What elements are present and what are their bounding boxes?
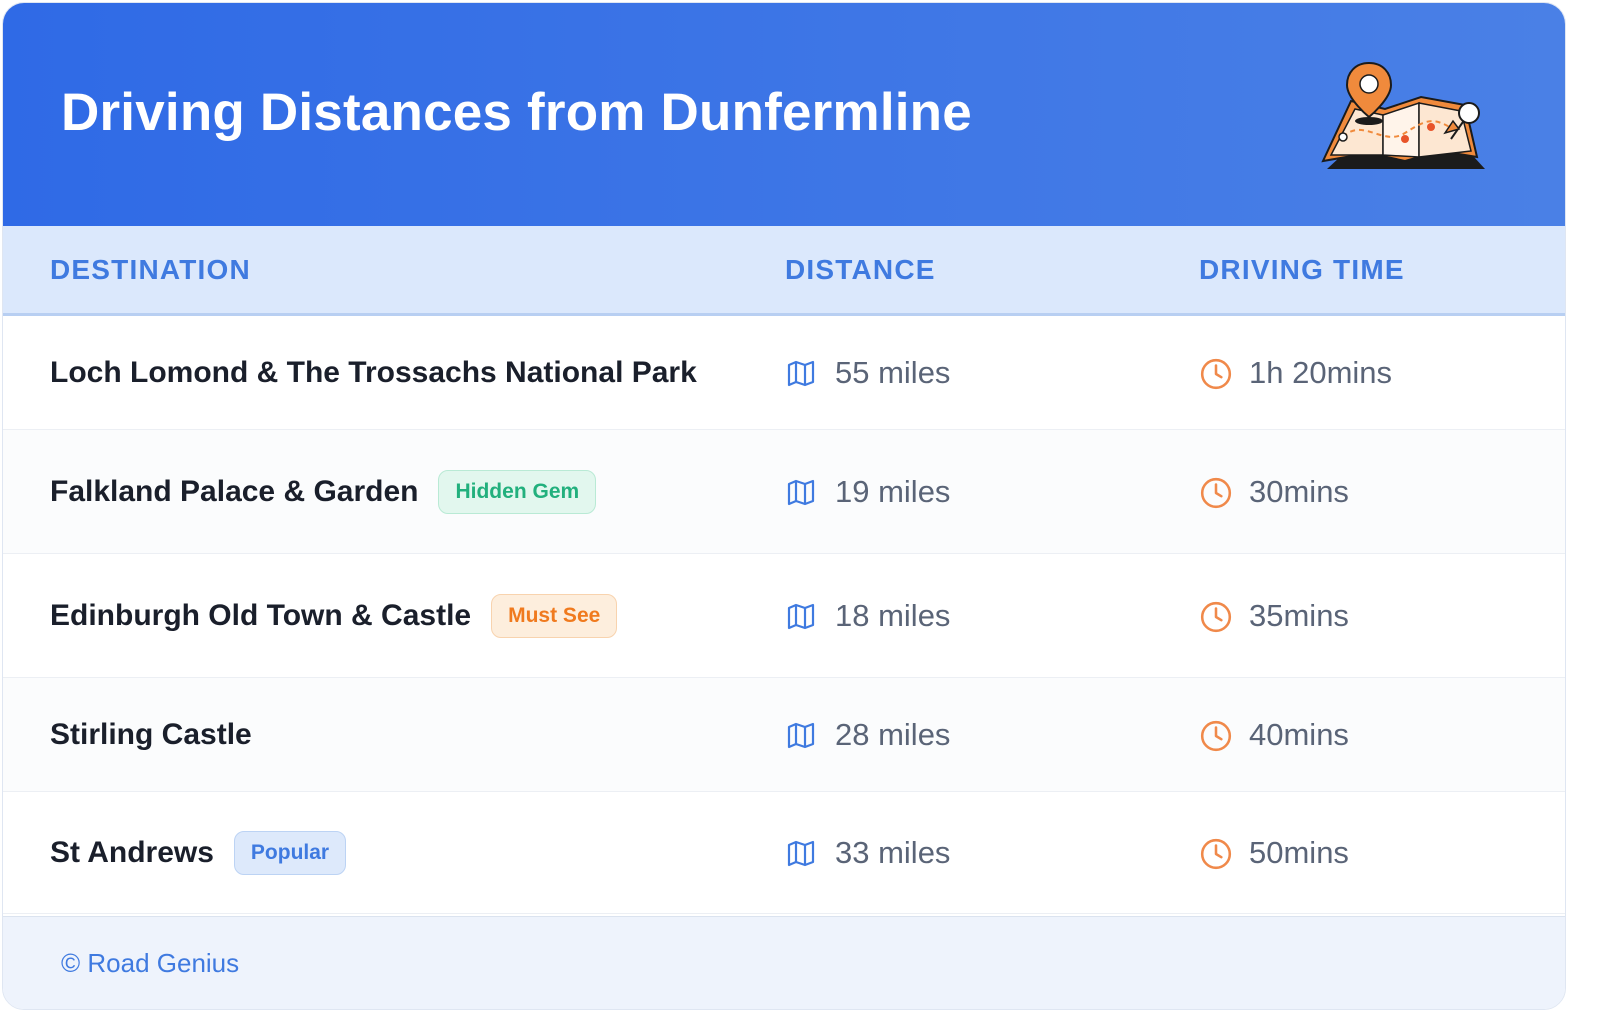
clock-icon [1199,357,1232,389]
distance-value: 55 miles [835,354,951,390]
map-icon [785,600,817,632]
driving-time-value: 40mins [1249,716,1349,752]
distance-value: 28 miles [835,716,951,752]
map-icon [785,476,817,508]
distance-cell: 28 miles [785,717,950,753]
column-header-destination: DESTINATION [50,253,251,285]
distance-cell: 19 miles [785,474,950,510]
clock-icon [1199,476,1232,508]
destination-cell: Falkland Palace & Garden Hidden Gem [50,469,597,514]
tag-badge: Must See [491,593,618,638]
driving-time-cell: 50mins [1199,835,1349,871]
footer: © Road Genius [3,916,1565,1009]
destination-cell: Edinburgh Old Town & Castle Must See [50,593,618,638]
distance-card: Driving Distances from Dunfermline DESTI… [2,2,1566,1010]
table-header: DESTINATION DISTANCE DRIVING TIME [3,226,1565,316]
page-title: Driving Distances from Dunfermline [61,83,972,142]
table-row: St Andrews Popular 33 miles 50mins [3,792,1565,914]
distance-value: 33 miles [835,834,951,870]
table-row: Falkland Palace & Garden Hidden Gem 19 mil… [3,430,1565,554]
map-pin-illustration [1321,61,1485,169]
distance-cell: 33 miles [785,835,950,871]
distance-cell: 55 miles [785,355,950,391]
driving-time-cell: 30mins [1199,474,1349,510]
table-row: Stirling Castle 28 miles 40mins [3,678,1565,792]
distance-value: 18 miles [835,597,951,633]
driving-time-value: 1h 20mins [1249,354,1393,390]
driving-time-cell: 1h 20mins [1199,355,1392,391]
destination-cell: Stirling Castle [50,718,252,752]
map-icon [785,719,817,751]
distance-value: 19 miles [835,473,951,509]
driving-time-value: 30mins [1249,473,1349,509]
clock-icon [1199,837,1232,869]
driving-time-value: 35mins [1249,597,1349,633]
credit-text: © Road Genius [61,947,240,978]
clock-icon [1199,600,1232,632]
driving-time-cell: 40mins [1199,717,1349,753]
table-row: Edinburgh Old Town & Castle Must See 18 mi… [3,554,1565,678]
column-header-driving-time: DRIVING TIME [1199,253,1405,285]
destination-cell: Loch Lomond & The Trossachs National Par… [50,356,697,390]
map-icon [785,357,817,389]
destination-name: Edinburgh Old Town & Castle [50,598,472,632]
destination-cell: St Andrews Popular [50,830,347,875]
tag-badge: Popular [233,830,347,875]
header-banner: Driving Distances from Dunfermline [3,3,1565,226]
table-body: Loch Lomond & The Trossachs National Par… [3,316,1565,914]
driving-time-cell: 35mins [1199,598,1349,634]
tag-badge: Hidden Gem [438,469,597,514]
clock-icon [1199,719,1232,751]
destination-name: Loch Lomond & The Trossachs National Par… [50,355,697,389]
column-header-distance: DISTANCE [785,253,936,285]
destination-name: St Andrews [50,835,214,869]
driving-time-value: 50mins [1249,834,1349,870]
map-icon [785,837,817,869]
destination-name: Falkland Palace & Garden [50,474,419,508]
distance-cell: 18 miles [785,598,950,634]
destination-name: Stirling Castle [50,717,252,751]
table-row: Loch Lomond & The Trossachs National Par… [3,316,1565,430]
